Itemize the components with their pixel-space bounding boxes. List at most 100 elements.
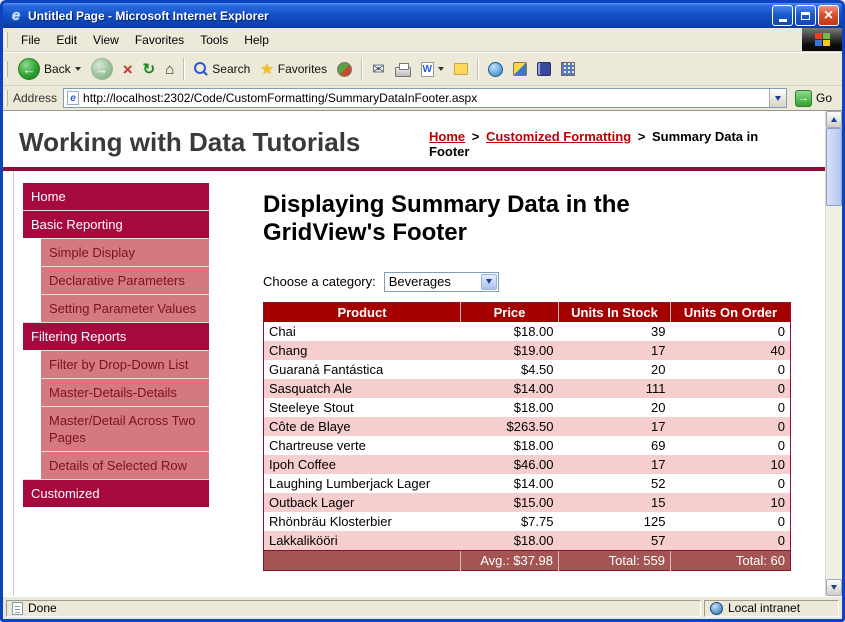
cell-units-in-stock: 17 xyxy=(559,417,671,436)
col-units-in-stock: Units In Stock xyxy=(559,302,671,322)
menu-bar: FileEditViewFavoritesToolsHelp xyxy=(3,28,842,52)
cell-price: $18.00 xyxy=(461,531,559,551)
go-button[interactable]: Go xyxy=(787,90,840,107)
breadcrumb-section-link[interactable]: Customized Formatting xyxy=(486,129,631,144)
menu-item[interactable]: Help xyxy=(236,30,277,50)
addon-button-2[interactable] xyxy=(508,60,532,78)
cell-product: Rhönbräu Klosterbier xyxy=(264,512,461,531)
cell-units-in-stock: 17 xyxy=(559,341,671,360)
back-icon xyxy=(18,58,40,80)
addon-button-4[interactable] xyxy=(556,60,580,78)
cell-units-in-stock: 20 xyxy=(559,360,671,379)
print-button[interactable] xyxy=(390,60,416,79)
products-table: Product Price Units In Stock Units On Or… xyxy=(263,302,791,571)
menu-item[interactable]: Favorites xyxy=(127,30,192,50)
sidebar-item[interactable]: Master-Details-Details xyxy=(41,378,209,406)
edit-with-word-button[interactable] xyxy=(416,60,449,79)
media-icon xyxy=(337,62,352,77)
chevron-down-icon xyxy=(775,96,781,101)
cell-units-on-order: 40 xyxy=(671,341,791,360)
forward-button[interactable] xyxy=(86,56,118,82)
scrollbar-track[interactable] xyxy=(826,128,842,579)
sidebar-item[interactable]: Simple Display xyxy=(41,238,209,266)
cell-units-on-order: 10 xyxy=(671,493,791,512)
cell-product: Chang xyxy=(264,341,461,360)
addon-button-1[interactable] xyxy=(483,60,508,79)
sidebar-item[interactable]: Filter by Drop-Down List xyxy=(41,350,209,378)
local-intranet-icon xyxy=(710,602,723,615)
site-title: Working with Data Tutorials xyxy=(19,123,429,159)
favorites-button[interactable]: Favorites xyxy=(255,60,332,79)
cell-units-on-order: 0 xyxy=(671,512,791,531)
media-button[interactable] xyxy=(332,60,357,79)
footer-empty-cell xyxy=(264,550,461,570)
toolbar-separator xyxy=(183,58,185,80)
search-icon xyxy=(194,62,208,76)
ie-logo-icon[interactable] xyxy=(8,8,24,24)
sidebar-item[interactable]: Declarative Parameters xyxy=(41,266,209,294)
maximize-button[interactable] xyxy=(795,5,816,26)
back-dropdown-icon[interactable] xyxy=(75,67,81,71)
address-dropdown-button[interactable] xyxy=(769,89,786,107)
cell-units-in-stock: 125 xyxy=(559,512,671,531)
cell-product: Outback Lager xyxy=(264,493,461,512)
page-body: HomeBasic ReportingSimple DisplayDeclara… xyxy=(3,171,825,596)
address-input[interactable]: http://localhost:2302/Code/CustomFormatt… xyxy=(63,88,787,108)
addon-icon-2 xyxy=(513,62,527,76)
sidebar-nav: HomeBasic ReportingSimple DisplayDeclara… xyxy=(3,171,209,507)
cell-units-in-stock: 111 xyxy=(559,379,671,398)
stop-button[interactable] xyxy=(118,59,138,80)
sidebar-item[interactable]: Customized xyxy=(23,479,209,507)
standard-toolbar: Back Search Favorites xyxy=(3,52,842,86)
edit-dropdown-icon[interactable] xyxy=(438,67,444,71)
menu-item[interactable]: Edit xyxy=(48,30,85,50)
table-row: Côte de Blaye $263.50 17 0 xyxy=(264,417,791,436)
title-bar[interactable]: Untitled Page - Microsoft Internet Explo… xyxy=(3,3,842,28)
go-arrow-icon xyxy=(795,90,812,107)
toolbar-grip xyxy=(5,32,8,48)
menu-item[interactable]: Tools xyxy=(192,30,236,50)
cell-price: $14.00 xyxy=(461,474,559,493)
menu-item[interactable]: View xyxy=(85,30,127,50)
status-text: Done xyxy=(28,601,57,615)
scroll-down-button[interactable] xyxy=(826,579,842,596)
addon-globe-icon xyxy=(488,62,503,77)
table-row: Outback Lager $15.00 15 10 xyxy=(264,493,791,512)
cell-price: $4.50 xyxy=(461,360,559,379)
address-url-text: http://localhost:2302/Code/CustomFormatt… xyxy=(83,91,769,105)
refresh-button[interactable] xyxy=(138,60,161,79)
breadcrumb-home-link[interactable]: Home xyxy=(429,129,465,144)
window-controls xyxy=(772,5,839,26)
category-select[interactable]: Beverages xyxy=(384,272,499,292)
cell-units-in-stock: 57 xyxy=(559,531,671,551)
close-button[interactable] xyxy=(818,5,839,26)
table-row: Chang $19.00 17 40 xyxy=(264,341,791,360)
sidebar-item[interactable]: Details of Selected Row xyxy=(41,451,209,479)
sidebar-item[interactable]: Basic Reporting xyxy=(23,210,209,238)
cell-units-in-stock: 15 xyxy=(559,493,671,512)
mail-button[interactable] xyxy=(367,60,390,79)
cell-price: $46.00 xyxy=(461,455,559,474)
sidebar-item[interactable]: Setting Parameter Values xyxy=(41,294,209,322)
back-button[interactable]: Back xyxy=(13,56,86,82)
scroll-up-button[interactable] xyxy=(826,111,842,128)
sidebar-item[interactable]: Home xyxy=(23,183,209,210)
minimize-button[interactable] xyxy=(772,5,793,26)
table-footer-row: Avg.: $37.98 Total: 559 Total: 60 xyxy=(264,550,791,570)
menu-item[interactable]: File xyxy=(13,30,48,50)
scrollbar-thumb[interactable] xyxy=(826,128,842,206)
print-icon xyxy=(395,67,411,77)
mail-icon xyxy=(372,62,385,77)
search-button[interactable]: Search xyxy=(189,60,255,78)
sidebar-item[interactable]: Master/Detail Across Two Pages xyxy=(41,406,209,451)
cell-price: $14.00 xyxy=(461,379,559,398)
discuss-button[interactable] xyxy=(449,61,473,77)
cell-units-on-order: 0 xyxy=(671,417,791,436)
search-label: Search xyxy=(212,62,250,76)
sidebar-item[interactable]: Filtering Reports xyxy=(23,322,209,350)
addon-button-3[interactable] xyxy=(532,60,556,78)
home-button[interactable] xyxy=(160,60,179,79)
table-row: Ipoh Coffee $46.00 17 10 xyxy=(264,455,791,474)
col-product: Product xyxy=(264,302,461,322)
cell-units-on-order: 0 xyxy=(671,436,791,455)
